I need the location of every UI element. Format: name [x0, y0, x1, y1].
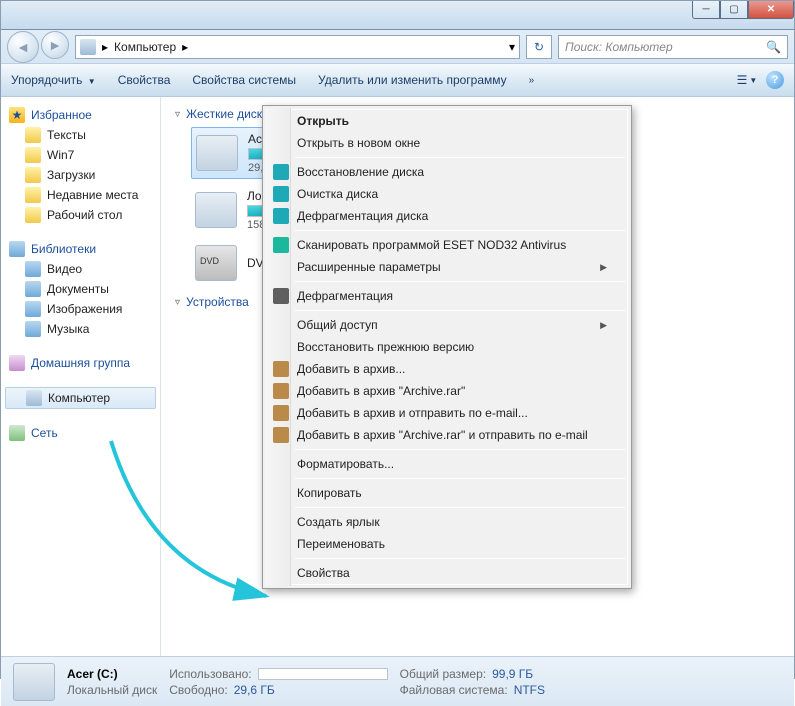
fs-value: NTFS	[514, 683, 545, 697]
library-icon	[25, 261, 41, 277]
menu-item-icon	[273, 383, 289, 399]
sidebar-item[interactable]: Win7	[1, 145, 160, 165]
breadcrumb[interactable]: Компьютер	[114, 40, 176, 54]
toolbar-overflow[interactable]: »	[529, 75, 535, 86]
forward-button[interactable]: ►	[41, 31, 69, 59]
submenu-arrow-icon: ▶	[600, 262, 607, 273]
minimize-button[interactable]: ─	[692, 1, 720, 19]
context-menu-item[interactable]: Сканировать программой ESET NOD32 Antivi…	[267, 234, 627, 256]
context-menu-item[interactable]: Общий доступ▶	[267, 314, 627, 336]
drive-icon	[13, 663, 55, 701]
context-menu: ОткрытьОткрыть в новом окне Восстановлени…	[262, 105, 632, 589]
folder-icon	[25, 167, 41, 183]
computer-icon	[80, 39, 96, 55]
address-bar: ◄ ► ▸ Компьютер ▸ ▾ ↻ Поиск: Компьютер 🔍	[1, 30, 794, 64]
maximize-button[interactable]: ▢	[720, 1, 748, 19]
context-menu-item[interactable]: Восстановить прежнюю версию	[267, 336, 627, 358]
context-menu-item[interactable]: Копировать	[267, 482, 627, 504]
sidebar-item[interactable]: Тексты	[1, 125, 160, 145]
sidebar-homegroup[interactable]: Домашняя группа	[1, 353, 160, 373]
navigation-pane: ★Избранное ТекстыWin7ЗагрузкиНедавние ме…	[1, 97, 161, 656]
status-bar: Acer (C:) Локальный диск Использовано: С…	[1, 656, 794, 706]
menu-item-icon	[273, 405, 289, 421]
context-menu-item[interactable]: Форматировать...	[267, 453, 627, 475]
context-menu-item[interactable]: Открыть в новом окне	[267, 132, 627, 154]
library-icon	[25, 281, 41, 297]
system-properties-button[interactable]: Свойства системы	[192, 73, 296, 87]
star-icon: ★	[9, 107, 25, 123]
sidebar-item[interactable]: Видео	[1, 259, 160, 279]
context-menu-item[interactable]: Переименовать	[267, 533, 627, 555]
back-button[interactable]: ◄	[7, 31, 39, 63]
status-drive-name: Acer (C:)	[67, 667, 157, 681]
search-box[interactable]: Поиск: Компьютер 🔍	[558, 35, 788, 59]
sidebar-item[interactable]: Документы	[1, 279, 160, 299]
fs-label: Файловая система:	[400, 683, 508, 697]
context-menu-item[interactable]: Добавить в архив и отправить по e-mail..…	[267, 402, 627, 424]
library-icon	[9, 241, 25, 257]
view-options-button[interactable]: ☰ ▼	[738, 71, 756, 89]
folder-icon	[25, 127, 41, 143]
sidebar-item[interactable]: Изображения	[1, 299, 160, 319]
menu-item-icon	[273, 186, 289, 202]
toolbar: Упорядочить ▼ Свойства Свойства системы …	[1, 64, 794, 97]
sidebar-favorites[interactable]: ★Избранное	[1, 105, 160, 125]
sidebar-network[interactable]: Сеть	[1, 423, 160, 443]
library-icon	[25, 301, 41, 317]
sidebar-item[interactable]: Недавние места	[1, 185, 160, 205]
free-label: Свободно:	[169, 683, 228, 697]
sidebar-item[interactable]: Рабочий стол	[1, 205, 160, 225]
menu-item-icon	[273, 427, 289, 443]
context-menu-item[interactable]: Дефрагментация диска	[267, 205, 627, 227]
uninstall-button[interactable]: Удалить или изменить программу	[318, 73, 507, 87]
size-value: 99,9 ГБ	[492, 667, 533, 681]
context-menu-item[interactable]: Добавить в архив...	[267, 358, 627, 380]
submenu-arrow-icon: ▶	[600, 320, 607, 331]
refresh-button[interactable]: ↻	[526, 35, 552, 59]
search-placeholder: Поиск: Компьютер	[565, 40, 673, 54]
used-label: Использовано:	[169, 667, 251, 681]
sidebar-computer[interactable]: Компьютер	[5, 387, 156, 409]
size-label: Общий размер:	[400, 667, 486, 681]
search-icon: 🔍	[766, 40, 781, 54]
drive-icon	[196, 135, 238, 171]
computer-icon	[26, 390, 42, 406]
drive-icon: DVD	[195, 245, 237, 281]
sidebar-item[interactable]: Загрузки	[1, 165, 160, 185]
context-menu-item[interactable]: Свойства	[267, 562, 627, 584]
sidebar-item[interactable]: Музыка	[1, 319, 160, 339]
context-menu-item[interactable]: Добавить в архив "Archive.rar" и отправи…	[267, 424, 627, 446]
context-menu-item[interactable]: Добавить в архив "Archive.rar"	[267, 380, 627, 402]
context-menu-item[interactable]: Открыть	[267, 110, 627, 132]
titlebar: ─ ▢ ✕	[1, 1, 794, 30]
close-button[interactable]: ✕	[748, 1, 794, 19]
folder-icon	[25, 207, 41, 223]
menu-item-icon	[273, 361, 289, 377]
folder-icon	[25, 147, 41, 163]
network-icon	[9, 425, 25, 441]
context-menu-item[interactable]: Очистка диска	[267, 183, 627, 205]
properties-button[interactable]: Свойства	[118, 73, 171, 87]
context-menu-item[interactable]: Создать ярлык	[267, 511, 627, 533]
menu-item-icon	[273, 237, 289, 253]
usage-bar	[258, 668, 388, 680]
context-menu-item[interactable]: Восстановление диска	[267, 161, 627, 183]
homegroup-icon	[9, 355, 25, 371]
address-box[interactable]: ▸ Компьютер ▸ ▾	[75, 35, 520, 59]
status-drive-type: Локальный диск	[67, 683, 157, 697]
free-value: 29,6 ГБ	[234, 683, 275, 697]
help-button[interactable]: ?	[766, 71, 784, 89]
menu-item-icon	[273, 208, 289, 224]
folder-icon	[25, 187, 41, 203]
menu-item-icon	[273, 164, 289, 180]
drive-icon	[195, 192, 237, 228]
library-icon	[25, 321, 41, 337]
menu-item-icon	[273, 288, 289, 304]
sidebar-libraries[interactable]: Библиотеки	[1, 239, 160, 259]
organize-menu[interactable]: Упорядочить ▼	[11, 73, 96, 87]
context-menu-item[interactable]: Дефрагментация	[267, 285, 627, 307]
context-menu-item[interactable]: Расширенные параметры▶	[267, 256, 627, 278]
